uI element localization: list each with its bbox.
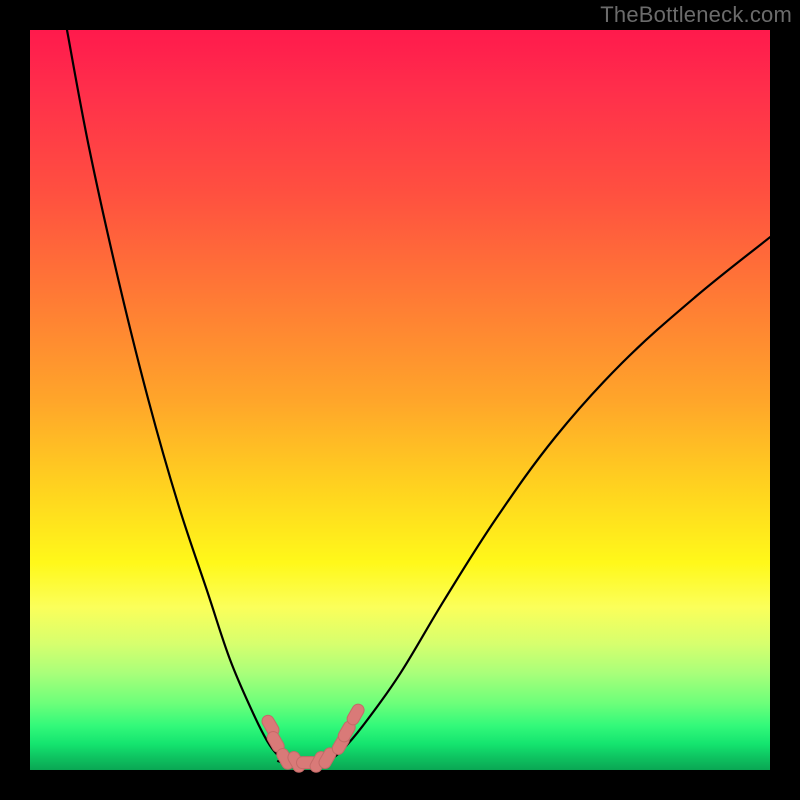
- outer-black-frame: TheBottleneck.com: [0, 0, 800, 800]
- chart-svg: [0, 0, 800, 800]
- series-right-curve: [326, 237, 770, 762]
- series-left-curve: [67, 30, 289, 763]
- marker-layer: [260, 702, 366, 774]
- curve-layer: [67, 30, 770, 764]
